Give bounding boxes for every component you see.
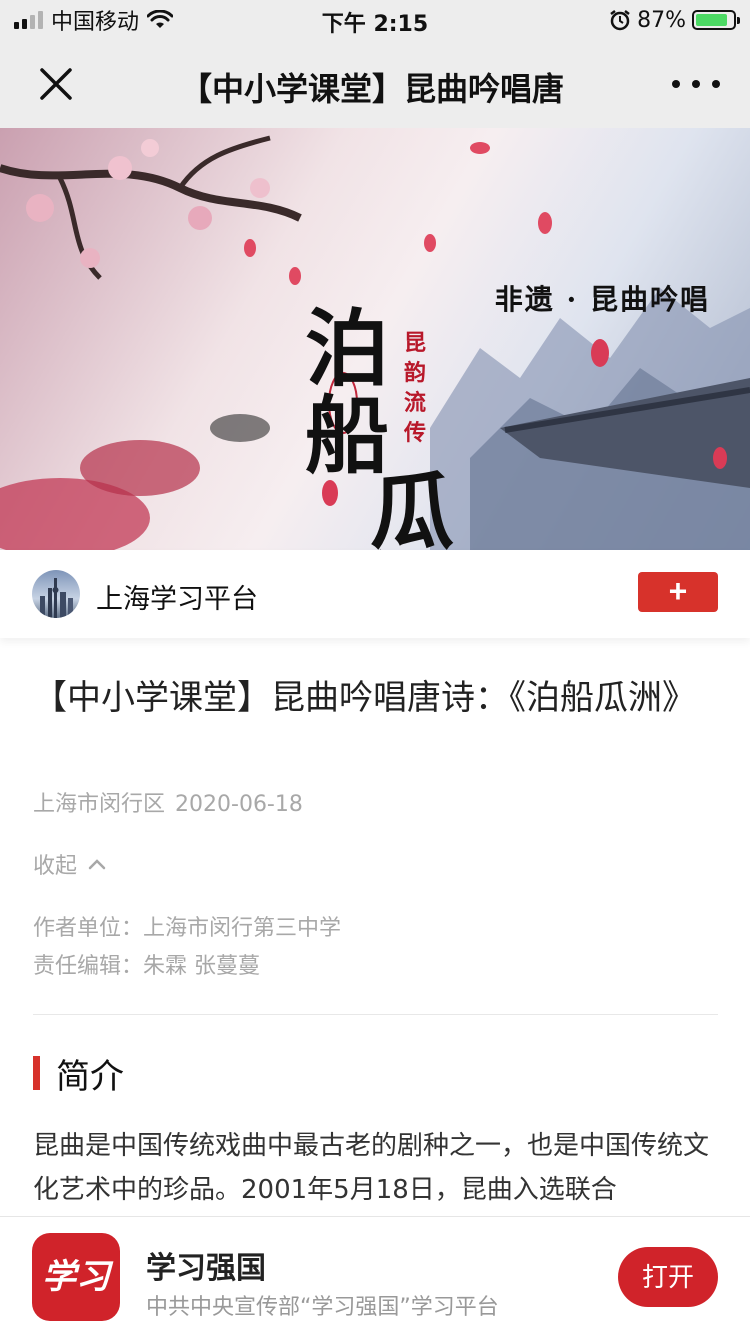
- banner-tag: 非遗 · 昆曲吟唱: [494, 283, 710, 316]
- nav-title: 【中小学课堂】昆曲吟唱唐: [180, 70, 565, 108]
- chevron-up-icon: [88, 859, 106, 870]
- publisher-avatar[interactable]: [32, 570, 80, 618]
- app-name: 学习强国: [146, 1251, 266, 1286]
- open-app-button[interactable]: 打开: [618, 1247, 718, 1307]
- banner-series-label: 昆韵流传: [403, 330, 426, 446]
- article-location: 上海市闵行区: [33, 792, 166, 817]
- collapse-label: 收起: [33, 854, 78, 879]
- section-heading: 简介: [33, 1052, 124, 1097]
- nav-bar: 【中小学课堂】昆曲吟唱唐: [0, 40, 750, 128]
- author-unit: 作者单位：上海市闵行第三中学: [33, 916, 342, 941]
- open-app-label: 打开: [641, 1262, 694, 1292]
- responsible-editors: 责任编辑：朱霖 张蔓蔓: [33, 954, 260, 979]
- status-right: 87%: [609, 6, 740, 34]
- city-skyline-icon: [40, 578, 73, 618]
- battery-icon: [692, 10, 740, 30]
- more-icon[interactable]: [672, 70, 720, 98]
- status-bar: 中国移动 下午 2:15 87%: [0, 0, 750, 40]
- app-description: 中共中央宣传部“学习强国”学习平台: [146, 1295, 499, 1320]
- app-download-bar[interactable]: 学习 学习强国 中共中央宣传部“学习强国”学习平台 打开: [0, 1216, 750, 1334]
- app-logo-text: 学习: [42, 1257, 110, 1297]
- battery-fill: [696, 14, 728, 26]
- intro-text: 昆曲是中国传统戏曲中最古老的剧种之一，也是中国传统文化艺术中的珍品。2001年5…: [33, 1131, 710, 1205]
- video-cover-banner[interactable]: 非遗 · 昆曲吟唱 昆韵流传 泊 船 瓜 洲 唐: [0, 128, 750, 550]
- app-logo[interactable]: 学习: [32, 1233, 120, 1321]
- battery-percent: 87%: [637, 7, 686, 33]
- collapse-toggle[interactable]: 收起: [33, 848, 107, 880]
- banner-title-char: 泊: [305, 299, 390, 398]
- publisher-row[interactable]: 上海学习平台 +: [0, 550, 750, 638]
- section-title: 简介: [56, 1056, 124, 1097]
- divider: [33, 1014, 718, 1015]
- article-date: 2020-06-18: [175, 792, 303, 817]
- section-accent-bar: [33, 1056, 40, 1090]
- publisher-name[interactable]: 上海学习平台: [96, 577, 258, 616]
- alarm-icon: [610, 10, 630, 31]
- close-icon[interactable]: [30, 58, 82, 110]
- banner-title-char: 瓜: [370, 462, 455, 551]
- article-title: 【中小学课堂】昆曲吟唱唐诗：《泊船瓜洲》: [33, 678, 696, 718]
- article-meta: 上海市闵行区 2020-06-18: [33, 786, 303, 818]
- plus-icon: +: [668, 573, 688, 609]
- follow-button[interactable]: +: [638, 572, 718, 612]
